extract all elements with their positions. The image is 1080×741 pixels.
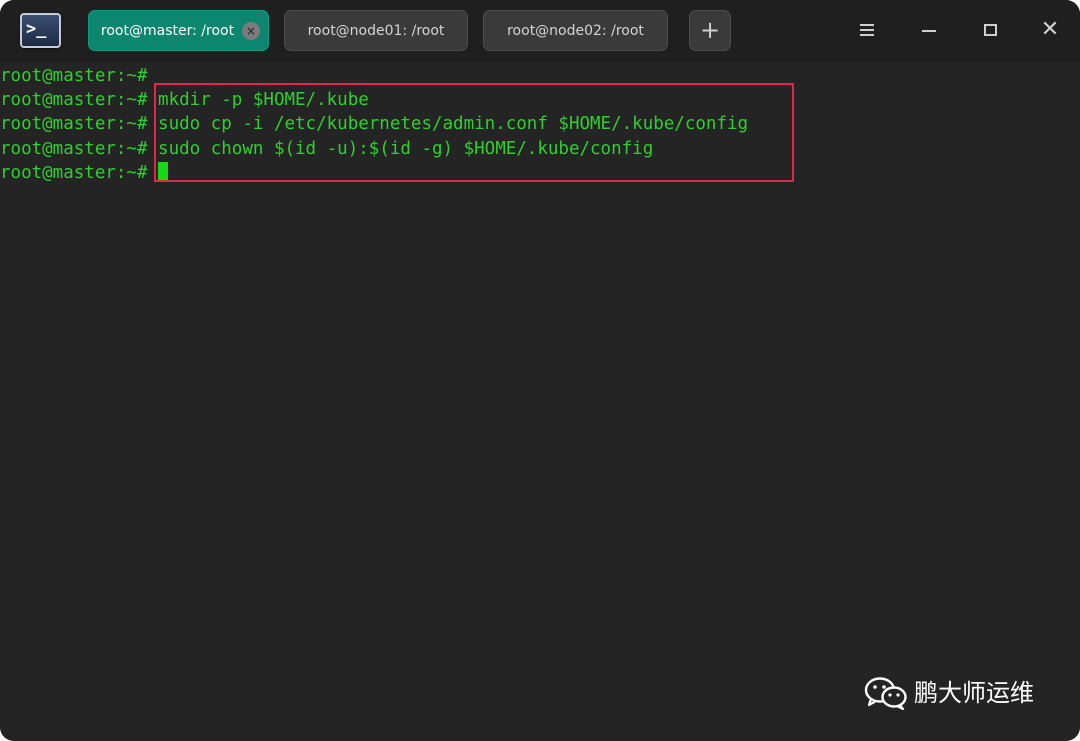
highlight-annotation-box [154, 83, 794, 182]
watermark-text: 鹏大师运维 [914, 678, 1034, 707]
minimize-icon[interactable] [917, 18, 941, 42]
title-bar: >_ root@master: /root × root@node01: /ro… [0, 0, 1080, 62]
terminal-line: root@master:~# [0, 64, 148, 88]
shell-prompt: root@master:~# [0, 139, 148, 159]
tab-root-master[interactable]: root@master: /root × [88, 10, 269, 51]
terminal-app-icon: >_ [20, 13, 61, 48]
watermark: 鹏大师运维 [864, 676, 1034, 710]
tab-root-node01[interactable]: root@node01: /root [284, 10, 468, 51]
shell-prompt: root@master:~# [0, 114, 148, 134]
shell-prompt: root@master:~# [0, 90, 148, 110]
terminal-window: >_ root@master: /root × root@node01: /ro… [0, 0, 1080, 741]
add-tab-button[interactable]: + [689, 10, 731, 51]
terminal-line: root@master:~# [0, 161, 169, 185]
close-window-icon[interactable]: ✕ [1038, 18, 1062, 42]
shell-prompt: root@master:~# [0, 163, 148, 183]
tab-close-icon[interactable]: × [242, 22, 260, 40]
tab-label: root@node01: /root [307, 22, 445, 39]
menu-icon[interactable] [855, 18, 879, 42]
tab-label: root@master: /root [100, 22, 235, 39]
app-icon-glyph: >_ [26, 19, 47, 39]
terminal-output[interactable]: root@master:~# root@master:~# mkdir -p $… [0, 62, 1080, 741]
tab-label: root@node02: /root [507, 22, 644, 39]
tab-root-node02[interactable]: root@node02: /root [483, 10, 668, 51]
maximize-icon[interactable] [978, 18, 1002, 42]
shell-prompt: root@master:~# [0, 66, 148, 86]
wechat-icon [864, 677, 907, 710]
